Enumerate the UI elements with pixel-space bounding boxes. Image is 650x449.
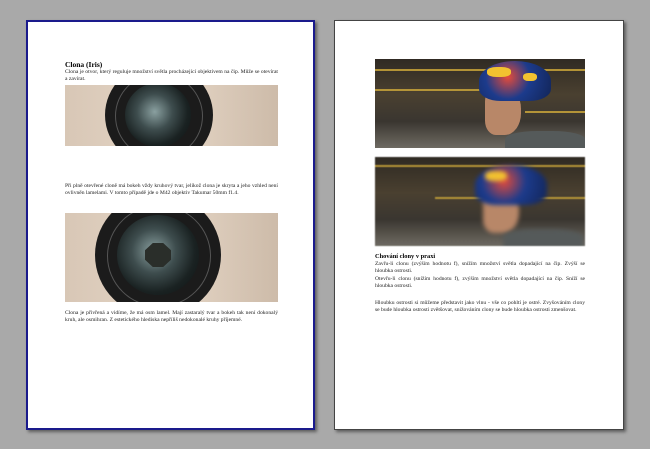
lens-open-photo [65, 85, 278, 146]
page-1[interactable]: Clona (Iris) Clona je otvor, který regul… [26, 20, 315, 430]
depth-of-field-paragraph: Hloubku ostrosti si můžeme představit ja… [375, 300, 585, 314]
lens-closed-photo [65, 213, 278, 302]
section-heading: Clona (Iris) [65, 60, 103, 69]
open-aperture-paragraph: Při plně otevřené cloně má bokeh vždy kr… [65, 183, 278, 197]
open-aperture-paragraph: Otevřu-li clonu (snížím hodnotu f), zvýš… [375, 276, 585, 290]
closed-aperture-paragraph: Clona je přivřená a vidíme, že má osm la… [65, 310, 278, 324]
close-aperture-paragraph: Zavřu-li clonu (zvýším hodnotu f), sníží… [375, 261, 585, 275]
intro-paragraph: Clona je otvor, který reguluje množství … [65, 69, 278, 83]
rider-helmet-photo-blurred [375, 157, 585, 246]
rider-helmet-photo-sharp [375, 59, 585, 148]
page-2[interactable]: Chování clony v praxi Zavřu-li clonu (zv… [334, 20, 624, 430]
section-heading: Chování clony v praxi [375, 253, 436, 260]
